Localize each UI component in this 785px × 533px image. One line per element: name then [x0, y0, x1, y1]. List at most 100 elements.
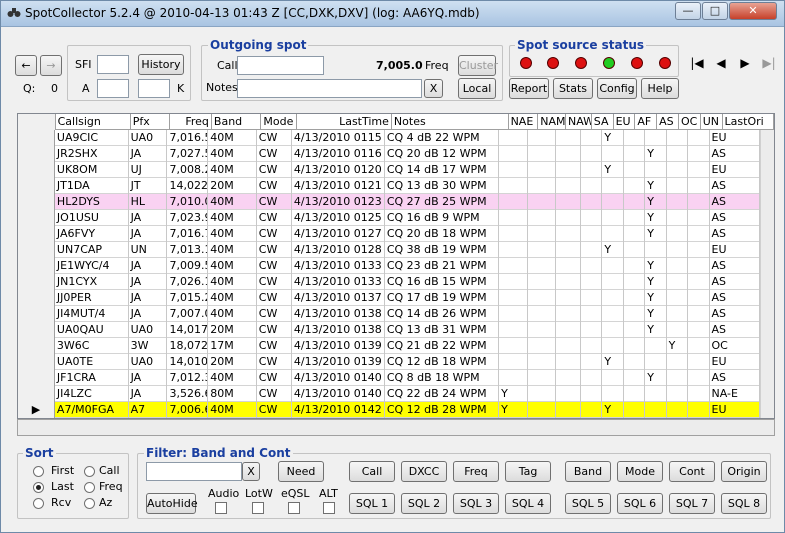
- table-row[interactable]: UA0TEUA014,010.120MCW4/13/2010 0139CQ 12…: [18, 354, 760, 370]
- table-cell: [602, 274, 624, 290]
- sql-4-button[interactable]: SQL 4: [505, 493, 551, 514]
- table-cell: 4/13/2010 0123: [292, 194, 385, 210]
- column-header[interactable]: UN: [701, 114, 723, 130]
- column-header[interactable]: [18, 114, 56, 130]
- notes-field[interactable]: [237, 79, 422, 98]
- next-icon[interactable]: ▶: [736, 55, 754, 73]
- sql-1-button[interactable]: SQL 1: [349, 493, 395, 514]
- sql-3-button[interactable]: SQL 3: [453, 493, 499, 514]
- column-header[interactable]: NAW: [566, 114, 592, 130]
- forward-arrow-icon[interactable]: →: [40, 55, 62, 76]
- filter-band-button[interactable]: Band: [565, 461, 611, 482]
- config-button[interactable]: Config: [597, 78, 637, 99]
- table-row[interactable]: UA0QAUUA014,017.320MCW4/13/2010 0138CQ 1…: [18, 322, 760, 338]
- filter-cont-button[interactable]: Cont: [669, 461, 715, 482]
- last-icon[interactable]: ▶|: [760, 55, 778, 73]
- help-button[interactable]: Help: [641, 78, 679, 99]
- filter-freq-button[interactable]: Freq: [453, 461, 499, 482]
- local-button[interactable]: Local: [458, 78, 496, 99]
- filter-dxcc-button[interactable]: DXCC: [401, 461, 447, 482]
- prev-icon[interactable]: ◀: [712, 55, 730, 73]
- sql-7-button[interactable]: SQL 7: [669, 493, 715, 514]
- filter-origin-button[interactable]: Origin: [721, 461, 767, 482]
- column-header[interactable]: SA: [592, 114, 614, 130]
- sfi-field[interactable]: [97, 55, 129, 74]
- column-header[interactable]: OC: [679, 114, 701, 130]
- vertical-scrollbar[interactable]: [760, 130, 774, 418]
- horizontal-scrollbar[interactable]: [17, 419, 775, 436]
- table-row[interactable]: JJ0PER JA 7,015.2 40M CW 4/13/2010 0137 CQ 17 …: [18, 290, 760, 306]
- filter-tag-button[interactable]: Tag: [505, 461, 551, 482]
- table-row[interactable]: JF1CRA JA 7,012.3 40M CW 4/13/2010 0140 CQ 8 d…: [18, 370, 760, 386]
- need-button[interactable]: Need: [278, 461, 324, 482]
- column-header[interactable]: Notes: [392, 114, 509, 130]
- table-row[interactable]: UA9CIC UA0 7,016.5 40M CW 4/13/2010 0115 CQ 4 …: [18, 130, 760, 146]
- table-cell: CW: [257, 338, 292, 354]
- filter-mode-button[interactable]: Mode: [617, 461, 663, 482]
- sql-5-button[interactable]: SQL 5: [565, 493, 611, 514]
- table-cell: 7,016.5: [169, 130, 209, 146]
- column-header[interactable]: EU: [614, 114, 636, 130]
- clear-notes-button[interactable]: X: [424, 79, 443, 98]
- minimize-button[interactable]: —: [675, 2, 701, 20]
- column-header[interactable]: Callsign: [56, 114, 131, 130]
- audio-checkbox[interactable]: [215, 502, 227, 514]
- sql-6-button[interactable]: SQL 6: [617, 493, 663, 514]
- sort-call-radio[interactable]: [84, 466, 95, 477]
- table-cell: CQ 13 dB 30 WPM: [385, 178, 500, 194]
- first-icon[interactable]: |◀: [688, 55, 706, 73]
- table-row[interactable]: JI4MUT/4 JA 7,007.0 40M CW 4/13/2010 0138 CQ 1…: [18, 306, 760, 322]
- table-row[interactable]: JR2SHX JA 7,027.5 40M CW 4/13/2010 0116 CQ 20 …: [18, 146, 760, 162]
- column-header[interactable]: Pfx: [131, 114, 171, 130]
- table-row[interactable]: JA6FVY JA 7,016.7 40M CW 4/13/2010 0127 CQ 20 …: [18, 226, 760, 242]
- close-button[interactable]: ✕: [729, 2, 777, 20]
- table-row[interactable]: UK8OM UJ 7,008.2 40M CW 4/13/2010 0120 CQ 14 d…: [18, 162, 760, 178]
- table-cell: [667, 210, 689, 226]
- table-cell: [602, 338, 624, 354]
- filter-call-button[interactable]: Call: [349, 461, 395, 482]
- table-row[interactable]: HL2DYS HL 7,010.0 40M CW 4/13/2010 0123 CQ 27 …: [18, 194, 760, 210]
- sort-first-radio[interactable]: [33, 466, 44, 477]
- lotw-checkbox[interactable]: [252, 502, 264, 514]
- table-row[interactable]: ▶ A7/M0FGA A7 7,006.6 40M CW 4/13/2010 0142 CQ …: [18, 402, 760, 418]
- cluster-button[interactable]: Cluster: [458, 55, 498, 76]
- column-header[interactable]: AF: [635, 114, 658, 130]
- column-header[interactable]: Band: [212, 114, 262, 130]
- table-row[interactable]: JI4LZC JA 3,526.6 80M CW 4/13/2010 0140 CQ 22 …: [18, 386, 760, 402]
- spot-grid[interactable]: Callsign Pfx Freq Band Mode LastTime Notes NAE N…: [17, 113, 775, 419]
- sort-last-radio[interactable]: [33, 482, 44, 493]
- sort-az-radio[interactable]: [84, 498, 95, 509]
- sort-freq-radio[interactable]: [84, 482, 95, 493]
- column-header[interactable]: Mode: [261, 114, 297, 130]
- column-header[interactable]: AS: [657, 114, 679, 130]
- column-header[interactable]: NAE: [509, 114, 539, 130]
- column-header[interactable]: Freq: [170, 114, 212, 130]
- table-row[interactable]: UN7CAP UN 7,013.1 40M CW 4/13/2010 0128 CQ 38 …: [18, 242, 760, 258]
- call-field[interactable]: [237, 56, 324, 75]
- column-header[interactable]: LastOri: [723, 114, 774, 130]
- column-header[interactable]: LastTime: [297, 114, 392, 130]
- sort-rcv-radio[interactable]: [33, 498, 44, 509]
- stats-button[interactable]: Stats: [553, 78, 593, 99]
- filter-field[interactable]: [146, 462, 242, 481]
- alt-checkbox[interactable]: [323, 502, 335, 514]
- column-header[interactable]: NAM: [538, 114, 567, 130]
- table-cell: [581, 322, 603, 338]
- history-button[interactable]: History: [138, 54, 184, 75]
- table-row[interactable]: JO1USU JA 7,023.9 40M CW 4/13/2010 0125 CQ 16 …: [18, 210, 760, 226]
- table-cell: HL2DYS: [55, 194, 129, 210]
- sql-2-button[interactable]: SQL 2: [401, 493, 447, 514]
- table-row[interactable]: JE1WYC/4 JA 7,009.5 40M CW 4/13/2010 0133 CQ 2…: [18, 258, 760, 274]
- sql-8-button[interactable]: SQL 8: [721, 493, 767, 514]
- autohide-button[interactable]: AutoHide: [146, 493, 198, 514]
- table-row[interactable]: JT1DAJT14,022.020MCW4/13/2010 0121CQ 13 …: [18, 178, 760, 194]
- back-arrow-icon[interactable]: ←: [15, 55, 37, 76]
- maximize-button[interactable]: □: [702, 2, 728, 20]
- k-index-field[interactable]: [138, 79, 170, 98]
- clear-filter-button[interactable]: X: [242, 462, 260, 481]
- a-index-field[interactable]: [97, 79, 129, 98]
- table-row[interactable]: JN1CYX JA 7,026.1 40M CW 4/13/2010 0133 CQ 16 …: [18, 274, 760, 290]
- report-button[interactable]: Report: [509, 78, 549, 99]
- eqsl-checkbox[interactable]: [288, 502, 300, 514]
- table-row[interactable]: 3W6C3W18,072.217MCW4/13/2010 0139CQ 21 d…: [18, 338, 760, 354]
